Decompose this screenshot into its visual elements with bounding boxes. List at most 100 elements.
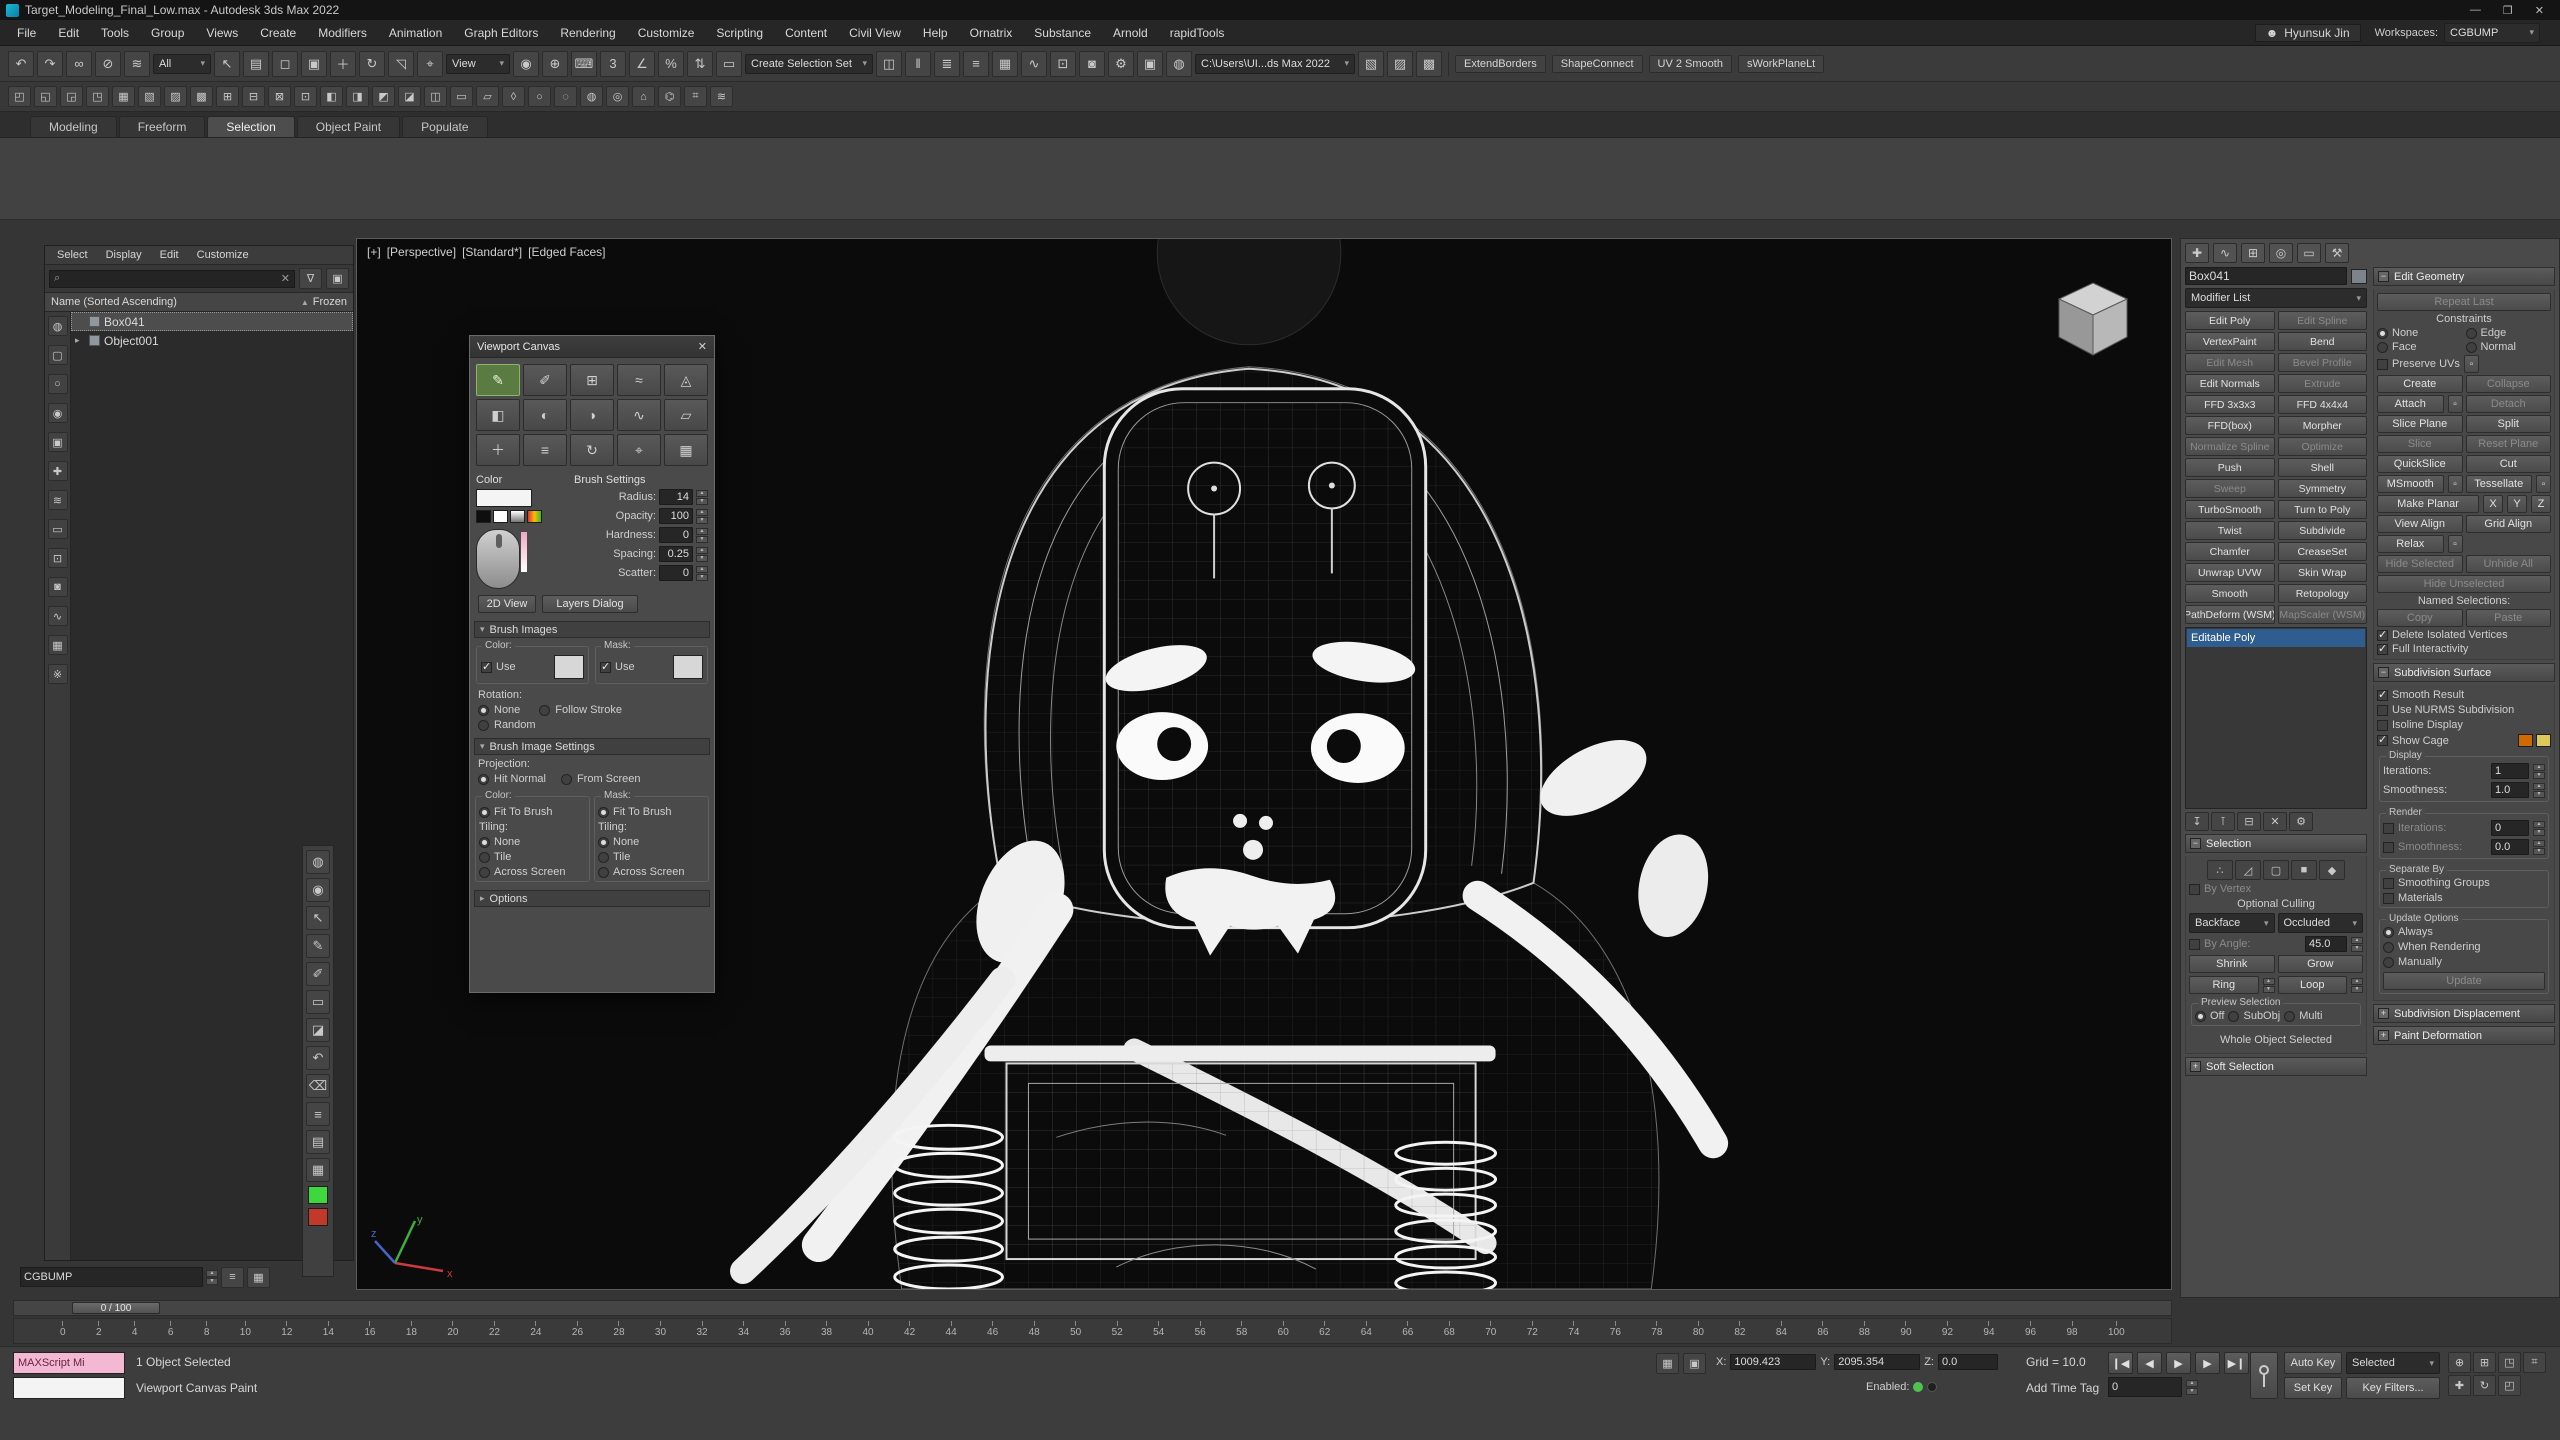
subdivision-surface-rollout-header[interactable]: −Subdivision Surface	[2373, 663, 2555, 682]
viewport-label-segment[interactable]: [Standard*]	[462, 245, 522, 259]
backface-culling-dropdown[interactable]: Backface	[2189, 913, 2275, 933]
display-groups-filter-icon[interactable]: ▭	[48, 519, 68, 539]
viewport-label-segment[interactable]: [+]	[367, 245, 381, 259]
shrink-button[interactable]: Shrink	[2189, 955, 2275, 973]
select-and-move-icon[interactable]: ＋	[330, 51, 356, 77]
spinner[interactable]: ▲▼	[696, 566, 708, 581]
menu-item[interactable]: Animation	[378, 26, 453, 40]
ribbon-tab[interactable]: Populate	[402, 116, 487, 137]
measure-icon[interactable]: ▭	[306, 990, 330, 1014]
explorer-menu-item[interactable]: Display	[98, 248, 150, 262]
palette-icon[interactable]: ▦	[306, 1158, 330, 1182]
workspace-dropdown[interactable]: CGBUMP	[2444, 23, 2540, 43]
color-tiling-across-radio[interactable]	[479, 867, 490, 878]
update-button[interactable]: Update	[2383, 972, 2545, 990]
use-pivot-point-icon[interactable]: ◉	[513, 51, 539, 77]
toolbar-extra-icon[interactable]: ▨	[1387, 51, 1413, 77]
menu-item[interactable]: Civil View	[838, 26, 912, 40]
remove-modifier-icon[interactable]: ✕	[2263, 812, 2287, 831]
menu-item[interactable]: Edit	[47, 26, 90, 40]
clone-tool-icon[interactable]: ⊞	[570, 364, 614, 396]
hide-selected-button[interactable]: Hide Selected	[2377, 555, 2463, 573]
modifier-button[interactable]: CreaseSet	[2278, 542, 2368, 561]
by-angle-field[interactable]: 45.0	[2305, 936, 2347, 952]
explorer-search-input[interactable]: ⌕ ✕	[49, 270, 295, 288]
display-shapes-filter-icon[interactable]: ○	[48, 374, 68, 394]
unlink-selection-icon[interactable]: ⊘	[95, 51, 121, 77]
fill-tool-icon[interactable]: ◧	[476, 399, 520, 431]
paint-connect-icon[interactable]: ⊡	[294, 86, 317, 107]
mask-fit-to-brush-radio[interactable]	[598, 807, 609, 818]
display-iterations-field[interactable]: 1	[2491, 763, 2529, 779]
spinner-snap-toggle-icon[interactable]: ⇅	[687, 51, 713, 77]
red-color-swatch[interactable]	[308, 1208, 328, 1226]
select-and-manipulate-icon[interactable]: ⊕	[542, 51, 568, 77]
spinner[interactable]: ▲▼	[696, 528, 708, 543]
modify-tab-icon[interactable]: ∿	[2213, 243, 2237, 263]
scene-object-row[interactable]: Box041	[71, 312, 353, 331]
maximize-viewport-toggle-icon[interactable]: ◰	[2498, 1375, 2521, 1396]
display-cameras-filter-icon[interactable]: ▣	[48, 432, 68, 452]
key-filters-button[interactable]: Key Filters...	[2346, 1377, 2440, 1399]
utilities-tab-icon[interactable]: ⚒	[2325, 243, 2349, 263]
expand-arrow-icon[interactable]: ▸	[75, 335, 85, 346]
rotation-random-radio[interactable]	[478, 720, 489, 731]
display-spacewarps-filter-icon[interactable]: ≋	[48, 490, 68, 510]
preserve-uvs-settings-icon[interactable]	[2464, 355, 2479, 373]
notebook-icon[interactable]: ▤	[306, 1130, 330, 1154]
rotate-tool-icon[interactable]: ↻	[570, 434, 614, 466]
materials-checkbox[interactable]	[2383, 893, 2394, 904]
dialog-title-bar[interactable]: Viewport Canvas ✕	[470, 336, 714, 358]
create-tab-icon[interactable]: ✚	[2185, 243, 2209, 263]
cgbump-list-icon[interactable]: ≡	[221, 1267, 244, 1288]
select-and-place-icon[interactable]: ⌖	[417, 51, 443, 77]
options-section-header[interactable]: ▸Options	[474, 890, 710, 907]
layer-explorer-toggle-icon[interactable]: ≡	[963, 51, 989, 77]
ribbon-toggle-icon[interactable]: ▦	[992, 51, 1018, 77]
explorer-lock-icon[interactable]: ▣	[326, 268, 349, 289]
constraint-normal-radio[interactable]	[2466, 342, 2477, 353]
grid-tool-icon[interactable]: ▦	[664, 434, 708, 466]
display-containers-filter-icon[interactable]: ▦	[48, 635, 68, 655]
unfreeze-icon[interactable]: ◎	[606, 86, 629, 107]
tessellate-settings-icon[interactable]	[2536, 475, 2551, 493]
modifier-button[interactable]: Edit Spline	[2278, 311, 2368, 330]
ribbon-tab[interactable]: Object Paint	[297, 116, 400, 137]
secondary-color-swatch[interactable]	[476, 510, 491, 523]
modifier-button[interactable]: Sweep	[2185, 479, 2275, 498]
z-coordinate-field[interactable]: 0.0	[1938, 1354, 1998, 1370]
rotation-follow-stroke-radio[interactable]	[539, 705, 550, 716]
from-screen-radio[interactable]	[561, 774, 572, 785]
brush-setting-field[interactable]: 100	[659, 508, 693, 524]
bind-to-space-warp-icon[interactable]: ≋	[124, 51, 150, 77]
frame-spinner[interactable]: ▲▼	[2186, 1380, 2198, 1395]
airbrush-tool-icon[interactable]: ✐	[523, 364, 567, 396]
modifier-button[interactable]: MapScaler (WSM)	[2278, 605, 2368, 624]
snaps-toggle-icon[interactable]: 3	[600, 51, 626, 77]
2d-view-button[interactable]: 2D View	[478, 595, 536, 613]
set-keys-button[interactable]	[2250, 1352, 2278, 1399]
spinner[interactable]: ▲▼	[2533, 840, 2545, 855]
modifier-button[interactable]: FFD(box)	[2185, 416, 2275, 435]
display-tab-icon[interactable]: ▭	[2297, 243, 2321, 263]
material-editor-icon[interactable]: ◙	[1079, 51, 1105, 77]
modifier-button[interactable]: Bevel Profile	[2278, 353, 2368, 372]
menu-item[interactable]: Graph Editors	[453, 26, 549, 40]
loop-button[interactable]: Loop	[2278, 976, 2348, 994]
smudge-tool-icon[interactable]: ∿	[617, 399, 661, 431]
modifier-button[interactable]: Smooth	[2185, 584, 2275, 603]
subdivision-displacement-rollout-header[interactable]: +Subdivision Displacement	[2373, 1004, 2555, 1023]
modifier-button[interactable]: Retopology	[2278, 584, 2368, 603]
modifier-button[interactable]: Symmetry	[2278, 479, 2368, 498]
modifier-button[interactable]: Unwrap UVW	[2185, 563, 2275, 582]
full-interactivity-checkbox[interactable]	[2377, 644, 2388, 655]
dodge-tool-icon[interactable]: ◐	[523, 399, 567, 431]
cgbump-spinner[interactable]: ▲▼	[206, 1270, 218, 1285]
unhide-all-button[interactable]: Unhide All	[2466, 555, 2552, 573]
detach-icon[interactable]: ◩	[372, 86, 395, 107]
quickslice-button[interactable]: QuickSlice	[2377, 455, 2463, 473]
percent-snap-toggle-icon[interactable]: %	[658, 51, 684, 77]
user-account-button[interactable]: ☻Hyunsuk Jin	[2255, 24, 2361, 42]
rendered-frame-window-icon[interactable]: ▣	[1137, 51, 1163, 77]
align-icon[interactable]: ‖	[905, 51, 931, 77]
